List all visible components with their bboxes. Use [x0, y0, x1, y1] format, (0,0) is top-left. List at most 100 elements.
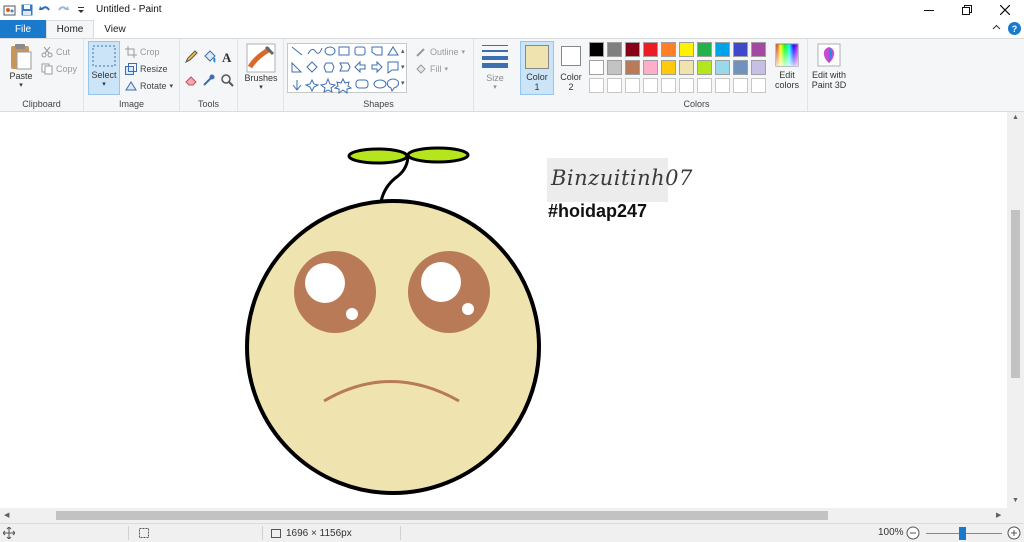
undo-icon[interactable]	[38, 3, 52, 17]
color-swatch[interactable]	[589, 42, 604, 57]
color-swatch[interactable]	[715, 60, 730, 75]
help-icon[interactable]: ?	[1008, 22, 1021, 35]
ribbon: Paste ▾ Cut Copy Clipboard Select ▾ Crop…	[0, 38, 1024, 112]
color-swatch[interactable]	[661, 60, 676, 75]
custom-color-slot[interactable]	[733, 78, 748, 93]
color-swatch[interactable]	[697, 60, 712, 75]
rotate-button[interactable]: Rotate ▾	[125, 78, 173, 94]
edit-colors-button[interactable]: Edit colors	[770, 43, 804, 90]
scroll-up-icon[interactable]: ▲	[1012, 114, 1019, 121]
shapes-scroll[interactable]: ▴ ▾ ▾	[401, 44, 405, 92]
color-swatch[interactable]	[697, 42, 712, 57]
tab-home[interactable]: Home	[46, 20, 94, 38]
color-swatch[interactable]	[607, 60, 622, 75]
color-swatch[interactable]	[751, 42, 766, 57]
fill-button[interactable]: Fill ▾	[415, 61, 448, 77]
scroll-right-icon[interactable]: ▶	[996, 511, 1001, 519]
shapes-gallery-icons	[291, 46, 399, 94]
color-swatch[interactable]	[751, 60, 766, 75]
custom-color-slot[interactable]	[589, 78, 604, 93]
zoom-out-button[interactable]	[906, 526, 920, 540]
fill-tool[interactable]	[202, 49, 216, 65]
color-swatch[interactable]	[733, 42, 748, 57]
scissors-icon	[41, 46, 53, 58]
color-swatch[interactable]	[625, 60, 640, 75]
tab-file[interactable]: File	[0, 20, 46, 38]
custom-color-slot[interactable]	[643, 78, 658, 93]
watermark-text: Binzuitinh07	[551, 166, 693, 190]
horizontal-scroll-thumb[interactable]	[56, 511, 828, 520]
eraser-tool[interactable]	[184, 72, 198, 88]
custom-color-slot[interactable]	[625, 78, 640, 93]
paint-bucket-icon	[204, 50, 216, 63]
pencil-icon	[184, 50, 198, 64]
select-rectangle-icon	[92, 45, 116, 67]
minimize-button[interactable]	[910, 0, 948, 20]
magnifier-tool[interactable]	[220, 72, 234, 88]
custom-color-slot[interactable]	[679, 78, 694, 93]
color-swatch[interactable]	[643, 42, 658, 57]
paint-app-icon[interactable]	[2, 3, 16, 17]
color2-button[interactable]: Color 2	[556, 44, 586, 92]
copy-button[interactable]: Copy	[41, 61, 77, 77]
color-swatch[interactable]	[589, 60, 604, 75]
close-button[interactable]	[986, 0, 1024, 20]
horizontal-scrollbar[interactable]: ◀ ▶	[0, 508, 1007, 523]
outline-button[interactable]: Outline ▾	[415, 44, 465, 60]
tab-view[interactable]: View	[96, 20, 134, 38]
color1-swatch	[525, 45, 549, 69]
pencil-tool[interactable]	[184, 49, 198, 65]
color1-button[interactable]: Color 1	[520, 41, 554, 95]
ribbon-tabs: File Home View ?	[0, 20, 1024, 38]
save-icon[interactable]	[20, 3, 34, 17]
cursor-position	[3, 527, 15, 539]
crop-label: Crop	[140, 47, 160, 57]
paste-button[interactable]: Paste ▾	[4, 43, 38, 91]
vertical-scrollbar[interactable]: ▲ ▼	[1007, 112, 1024, 508]
color-swatch[interactable]	[679, 60, 694, 75]
outline-brush-icon	[416, 48, 425, 57]
zoom-slider-thumb[interactable]	[959, 527, 966, 540]
restore-button[interactable]	[948, 0, 986, 20]
custom-color-slot[interactable]	[751, 78, 766, 93]
drawing-canvas[interactable]: Binzuitinh07 #hoidap247	[0, 112, 1024, 508]
eyedropper-icon	[203, 74, 215, 86]
shapes-gallery[interactable]	[287, 43, 407, 94]
image-group: Select ▾ Crop Resize Rotate ▾ Image	[84, 39, 180, 111]
custom-color-slot[interactable]	[715, 78, 730, 93]
custom-color-slot[interactable]	[607, 78, 622, 93]
collapse-ribbon-icon[interactable]	[992, 23, 1001, 34]
zoom-in-button[interactable]	[1007, 526, 1021, 540]
edit-with-paint3d-button[interactable]: Edit with Paint 3D	[808, 43, 850, 90]
zoom-percent: 100%	[878, 527, 904, 538]
custom-color-slot[interactable]	[661, 78, 676, 93]
redo-icon[interactable]	[56, 3, 70, 17]
zoom-out-icon	[906, 526, 920, 540]
resize-button[interactable]: Resize	[125, 61, 168, 77]
color-swatch[interactable]	[661, 42, 676, 57]
color-swatch[interactable]	[733, 60, 748, 75]
customize-toolbar-icon[interactable]	[74, 3, 88, 17]
brushes-button[interactable]: Brushes ▾	[244, 43, 278, 93]
text-tool[interactable]: A	[220, 49, 234, 65]
size-button[interactable]: Size ▾	[478, 43, 512, 93]
crop-button[interactable]: Crop	[125, 44, 160, 60]
select-button[interactable]: Select ▾	[88, 41, 120, 95]
color-swatch[interactable]	[625, 42, 640, 57]
color-swatch[interactable]	[643, 60, 658, 75]
scroll-left-icon[interactable]: ◀	[4, 511, 9, 519]
color-swatch[interactable]	[715, 42, 730, 57]
color-swatch[interactable]	[679, 42, 694, 57]
brushes-label: Brushes	[244, 73, 278, 83]
custom-color-slot[interactable]	[697, 78, 712, 93]
cut-label: Cut	[56, 47, 71, 57]
scroll-down-icon[interactable]: ▼	[1012, 497, 1019, 504]
paint3d-icon	[817, 43, 841, 67]
paint3d-line2: Paint 3D	[811, 80, 847, 90]
vertical-scroll-thumb[interactable]	[1011, 210, 1020, 378]
cut-button[interactable]: Cut	[41, 44, 70, 60]
crop-icon	[125, 46, 137, 58]
color-picker-tool[interactable]	[202, 72, 216, 88]
color-swatch[interactable]	[607, 42, 622, 57]
color1-number: 1	[534, 82, 540, 92]
